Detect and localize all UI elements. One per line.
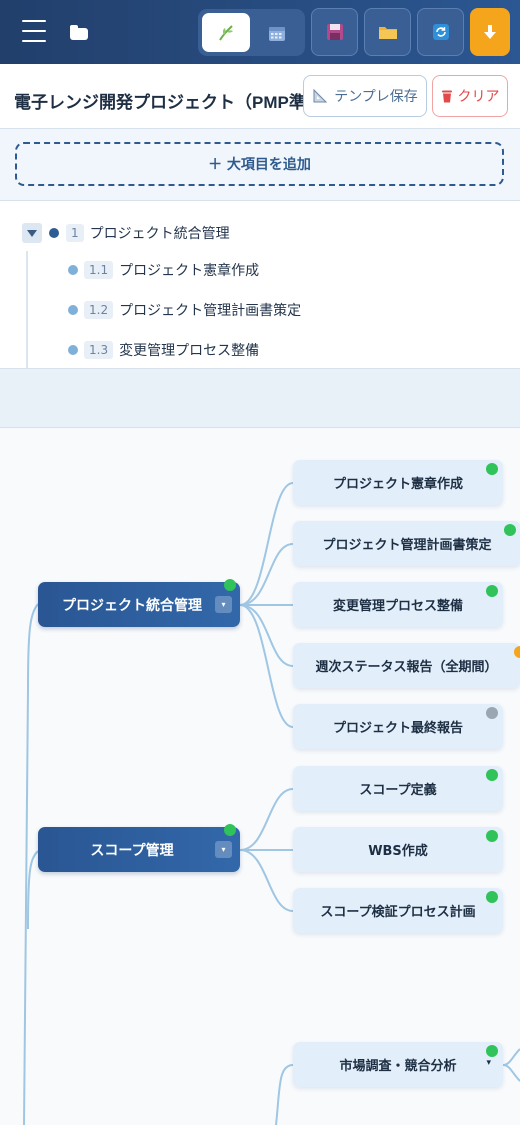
sub-node-label: 週次ステータス報告（全期間） xyxy=(315,660,498,675)
item-number: 1 xyxy=(66,224,84,242)
view-toggle xyxy=(198,9,305,56)
download-button[interactable] xyxy=(470,8,510,56)
sub-node[interactable]: 週次ステータス報告（全期間） xyxy=(293,643,520,688)
triangle-ruler-icon xyxy=(313,88,328,103)
collapse-toggle-icon[interactable] xyxy=(22,223,42,243)
tree-guide-line xyxy=(26,251,28,368)
add-main-item-button[interactable]: ＋ 大項目を追加 xyxy=(15,142,504,186)
sub-node-label: 市場調査・競合分析 xyxy=(339,1059,457,1074)
add-main-item-label: ＋ 大項目を追加 xyxy=(208,157,311,173)
bullet-icon xyxy=(68,345,78,355)
outline-item[interactable]: 1.2 プロジェクト管理計画書策定 xyxy=(68,298,301,322)
bullet-icon xyxy=(68,305,78,315)
trash-icon xyxy=(441,90,452,103)
item-number: 1.1 xyxy=(84,261,114,279)
sub-node[interactable]: WBS作成 xyxy=(293,827,503,872)
save-button[interactable] xyxy=(311,8,358,56)
sub-node[interactable]: プロジェクト憲章作成 xyxy=(293,460,503,505)
status-dot-icon xyxy=(486,585,498,597)
status-dot-icon xyxy=(486,1045,498,1057)
main-node[interactable]: プロジェクト統合管理 ▾ xyxy=(38,579,240,627)
status-dot-icon xyxy=(486,707,498,719)
hamburger-icon[interactable] xyxy=(22,20,46,42)
status-dot-icon xyxy=(486,463,498,475)
status-dot-icon xyxy=(224,824,236,836)
project-title-bar: 電子レンジ開発プロジェクト（PMP準拠） テンプレ保存 クリア xyxy=(0,64,520,129)
open-button[interactable] xyxy=(364,8,411,56)
sub-node-label: プロジェクト管理計画書策定 xyxy=(322,538,492,553)
status-dot-icon xyxy=(486,769,498,781)
item-label: プロジェクト管理計画書策定 xyxy=(119,303,302,319)
divider-band xyxy=(0,368,520,428)
sub-node[interactable]: スコープ定義 xyxy=(293,766,503,811)
item-number: 1.2 xyxy=(84,301,114,319)
bullet-icon xyxy=(68,265,78,275)
item-label: プロジェクト憲章作成 xyxy=(119,263,260,279)
sub-node-label: スコープ定義 xyxy=(359,783,437,798)
template-save-label: テンプレ保存 xyxy=(334,89,418,105)
sub-node-label: プロジェクト憲章作成 xyxy=(332,477,463,492)
status-dot-icon xyxy=(486,891,498,903)
app-header xyxy=(0,0,520,64)
sub-node[interactable]: スコープ検証プロセス計画 xyxy=(293,888,503,933)
status-dot-icon xyxy=(514,646,520,658)
clear-button[interactable]: クリア xyxy=(432,75,508,117)
add-section: ＋ 大項目を追加 xyxy=(0,129,520,201)
status-dot-icon xyxy=(504,524,516,536)
refresh-icon xyxy=(432,24,449,40)
folder-icon[interactable] xyxy=(70,25,88,40)
mindmap-icon xyxy=(218,24,233,41)
outline-item[interactable]: 1 プロジェクト統合管理 xyxy=(22,221,230,245)
clear-label: クリア xyxy=(457,89,500,105)
sub-node-label: 変更管理プロセス整備 xyxy=(332,599,463,614)
expand-caret-icon[interactable]: ▾ xyxy=(486,1058,491,1068)
main-node[interactable]: スコープ管理 ▾ xyxy=(38,824,240,872)
main-node-label: スコープ管理 xyxy=(90,842,174,859)
sub-node-label: スコープ検証プロセス計画 xyxy=(320,905,476,920)
project-title[interactable]: 電子レンジ開発プロジェクト（PMP準拠） xyxy=(14,88,340,113)
main-node-label: プロジェクト統合管理 xyxy=(62,597,202,614)
calendar-icon xyxy=(269,26,286,41)
expand-caret-icon[interactable]: ▾ xyxy=(215,596,232,613)
status-dot-icon xyxy=(224,579,236,591)
sub-node[interactable]: プロジェクト管理計画書策定 xyxy=(293,521,520,566)
outline-tree: 1 プロジェクト統合管理 1.1 プロジェクト憲章作成 1.2 プロジェクト管理… xyxy=(0,201,520,368)
sub-node-label: WBS作成 xyxy=(368,844,428,859)
item-label: プロジェクト統合管理 xyxy=(89,226,230,242)
mindmap-view-button[interactable] xyxy=(202,13,250,52)
bullet-icon xyxy=(49,228,59,238)
sync-button[interactable] xyxy=(417,8,464,56)
expand-caret-icon[interactable]: ▾ xyxy=(215,841,232,858)
sub-node[interactable]: 変更管理プロセス整備 xyxy=(293,582,503,627)
calendar-view-button[interactable] xyxy=(254,13,302,52)
download-icon xyxy=(484,25,496,39)
status-dot-icon xyxy=(486,830,498,842)
outline-item[interactable]: 1.3 変更管理プロセス整備 xyxy=(68,338,259,362)
open-folder-icon xyxy=(378,27,397,39)
item-number: 1.3 xyxy=(84,341,114,359)
sub-node[interactable]: 市場調査・競合分析 ▾ xyxy=(293,1042,503,1087)
template-save-button[interactable]: テンプレ保存 xyxy=(303,75,427,117)
sub-node[interactable]: プロジェクト最終報告 xyxy=(293,704,503,749)
mindmap-canvas[interactable]: プロジェクト統合管理 ▾ プロジェクト憲章作成 プロジェクト管理計画書策定 変更… xyxy=(0,429,520,1125)
sub-node-label: プロジェクト最終報告 xyxy=(332,721,463,736)
item-label: 変更管理プロセス整備 xyxy=(119,343,260,359)
save-icon xyxy=(326,24,343,40)
outline-item[interactable]: 1.1 プロジェクト憲章作成 xyxy=(68,258,259,282)
